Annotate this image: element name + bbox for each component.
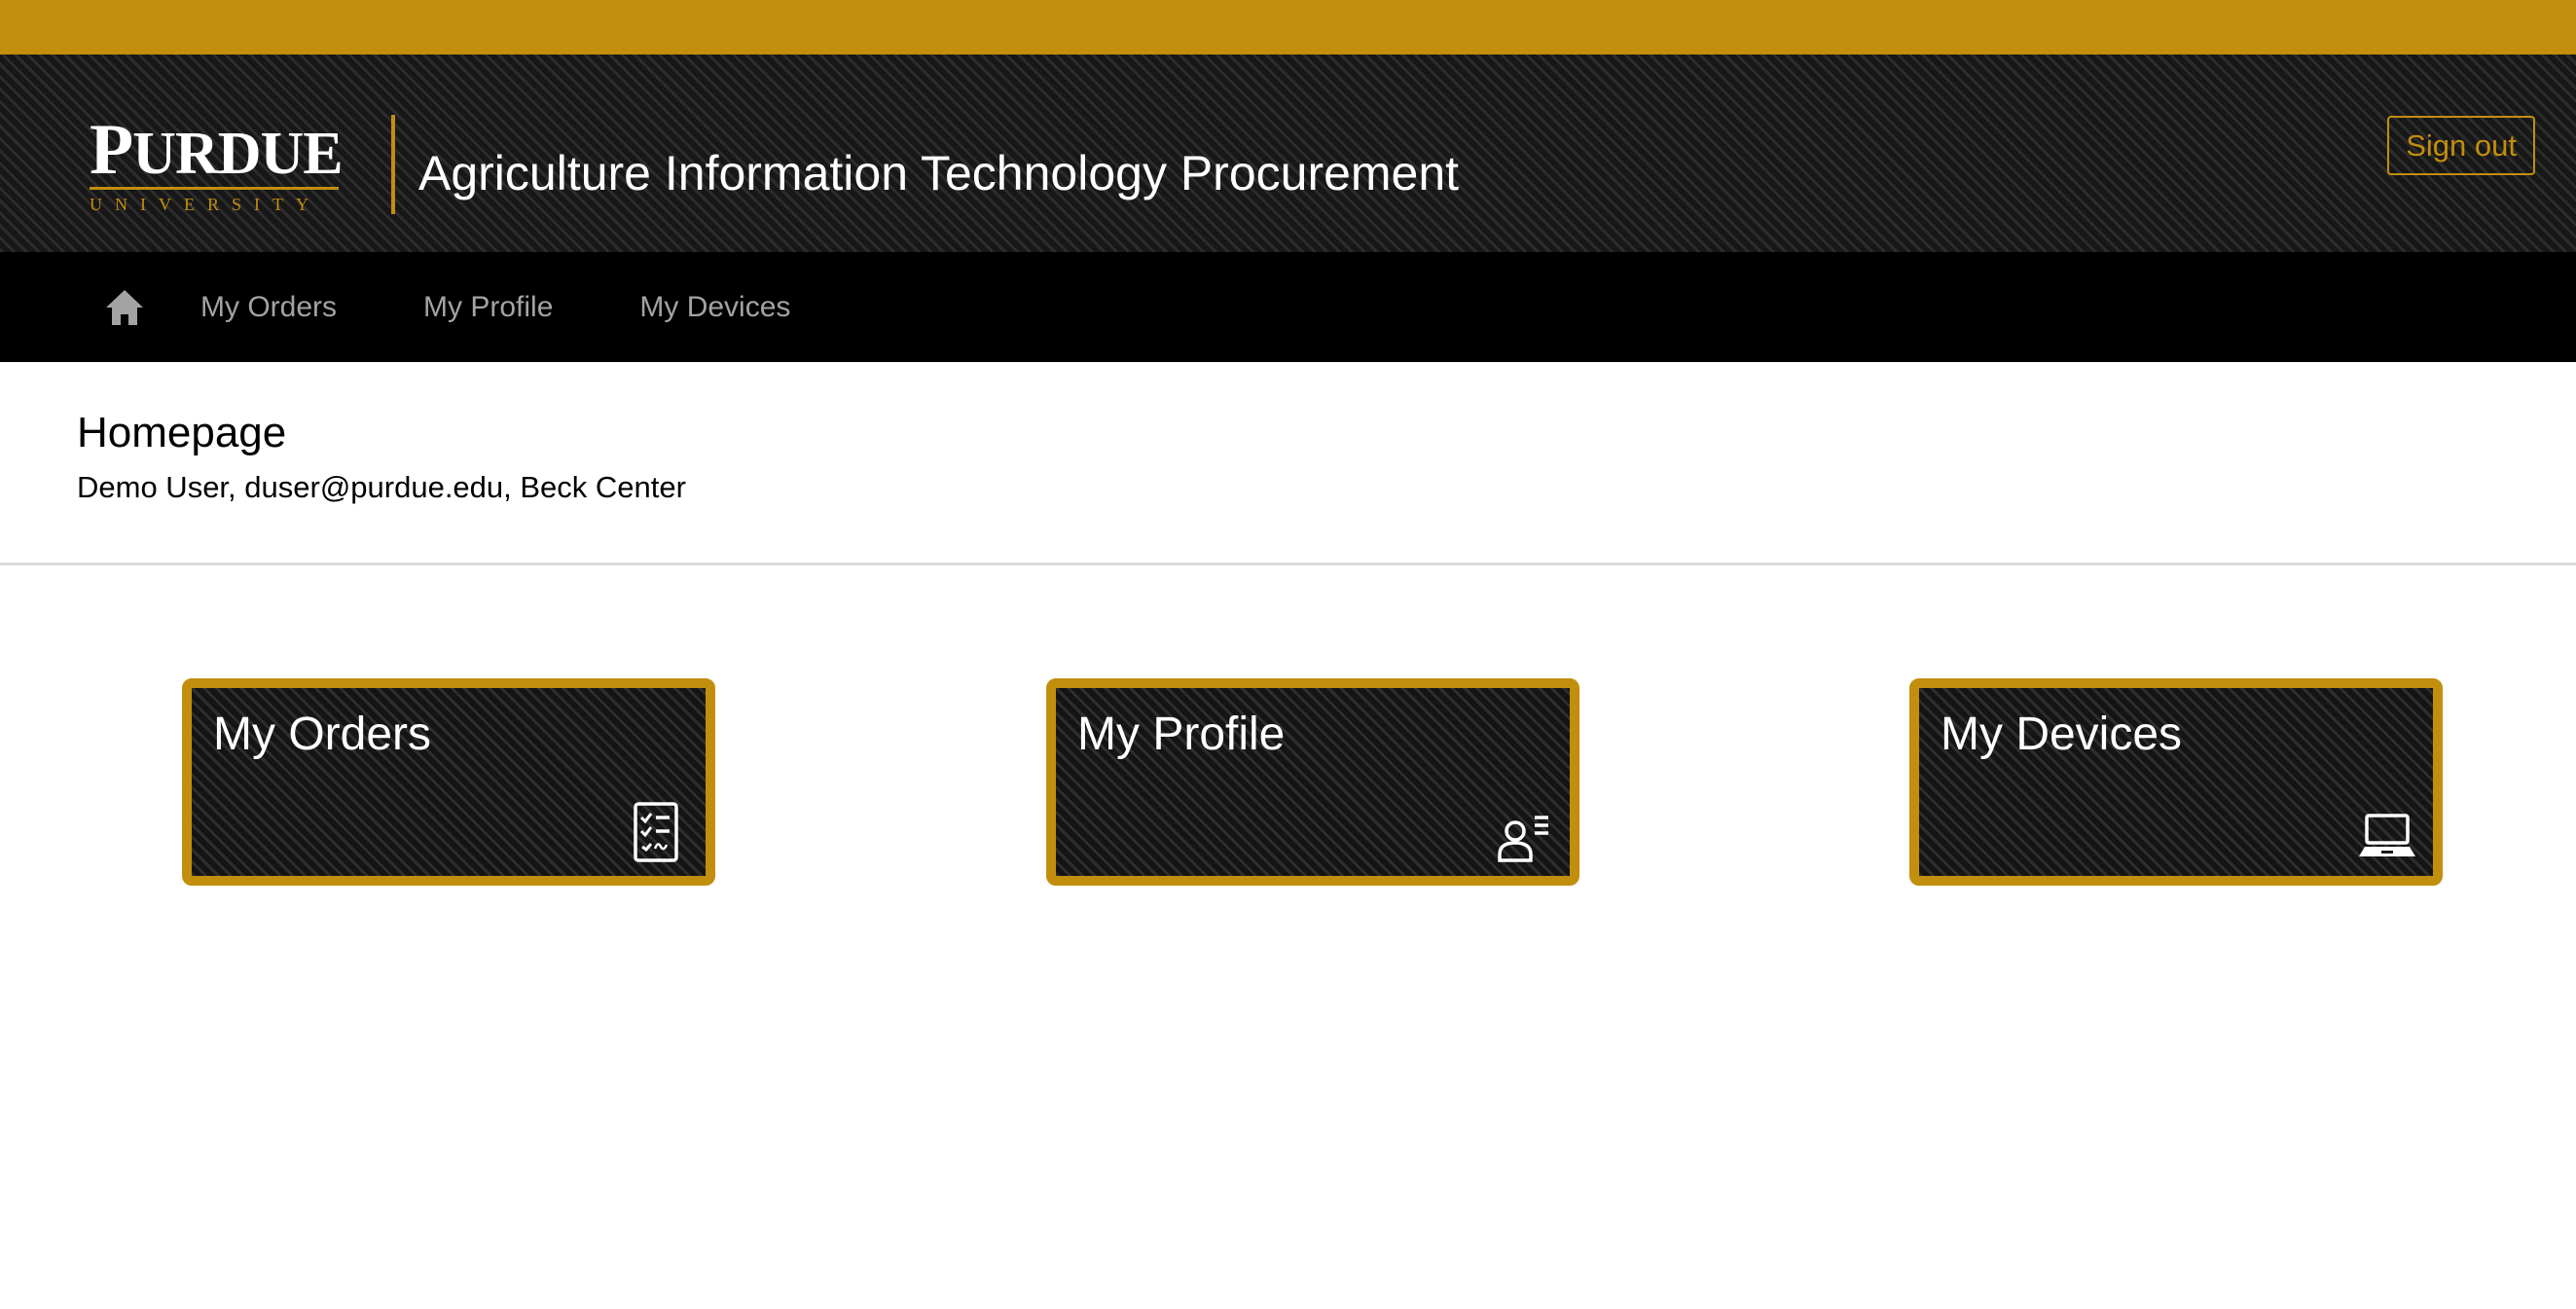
tile-grid: My Orders My Profile My Devices [0,565,2576,1101]
tile-my-devices[interactable]: My Devices [1909,678,2443,886]
logo-wordmark: PURDUE [90,110,344,190]
top-gold-bar [0,0,2576,55]
checklist-icon [634,802,678,862]
tile-title: My Profile [1077,709,1286,760]
app-title: Agriculture Information Technology Procu… [418,146,1460,200]
main-nav: My Orders My Profile My Devices [0,252,2576,362]
page-title: Homepage [77,409,287,456]
nav-home-link[interactable] [101,284,148,331]
laptop-icon [2359,814,2415,856]
sign-out-button[interactable]: Sign out [2387,116,2535,175]
nav-item-my-devices[interactable]: My Devices [639,291,790,324]
purdue-logo[interactable]: PURDUE UNIVERSITY [90,110,344,216]
header-divider [391,115,395,214]
tile-my-profile[interactable]: My Profile [1046,678,1579,886]
tile-my-orders[interactable]: My Orders [182,678,715,886]
tile-title: My Devices [1941,709,2183,760]
tile-title: My Orders [213,709,432,760]
nav-item-my-orders[interactable]: My Orders [200,291,337,324]
site-header: PURDUE UNIVERSITY Agriculture Informatio… [0,55,2576,252]
user-info: Demo User, duser@purdue.edu, Beck Center [77,470,686,504]
logo-subtitle: UNIVERSITY [90,195,321,214]
nav-item-my-profile[interactable]: My Profile [423,291,553,324]
user-profile-icon [1498,816,1548,862]
home-icon [106,289,143,325]
page-info: Homepage Demo User, duser@purdue.edu, Be… [0,362,2576,565]
